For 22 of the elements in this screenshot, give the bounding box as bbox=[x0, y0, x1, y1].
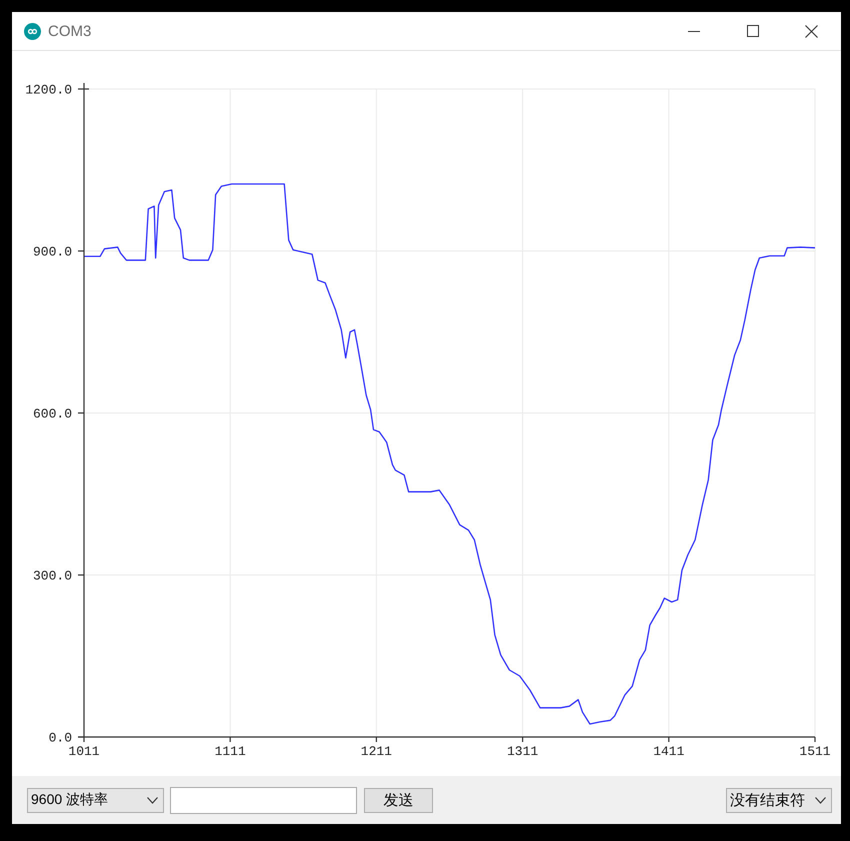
send-input-field[interactable] bbox=[170, 786, 357, 814]
axis-tick-label: 1311 bbox=[507, 744, 538, 759]
axis-tick-label: 1111 bbox=[214, 744, 246, 759]
close-icon bbox=[805, 24, 818, 38]
caret-icon bbox=[815, 796, 826, 804]
maximize-icon bbox=[746, 25, 758, 37]
baud-rate-dropdown[interactable]: 9600 波特率 bbox=[27, 788, 164, 812]
axis-tick-label: 1011 bbox=[68, 744, 100, 759]
axis-tick-label: 0.0 bbox=[48, 730, 72, 746]
axis-tick-label: 1511 bbox=[799, 744, 831, 759]
window-title: COM3 bbox=[48, 22, 92, 40]
app-logo-icon bbox=[24, 22, 41, 40]
axis-tick-label: 300.0 bbox=[32, 568, 72, 584]
axis-tick-label: 1411 bbox=[653, 744, 684, 759]
caret-icon bbox=[147, 796, 158, 804]
line-ending-dropdown[interactable]: 没有结束符 bbox=[726, 788, 832, 812]
send-button[interactable]: 发送 bbox=[364, 788, 433, 812]
axis-tick-label: 1200.0 bbox=[25, 82, 72, 98]
axis-tick-label: 900.0 bbox=[32, 244, 72, 260]
minimize-icon bbox=[688, 30, 700, 32]
axis-tick-label: 1211 bbox=[360, 744, 392, 759]
axis-tick-label: 600.0 bbox=[32, 406, 72, 422]
